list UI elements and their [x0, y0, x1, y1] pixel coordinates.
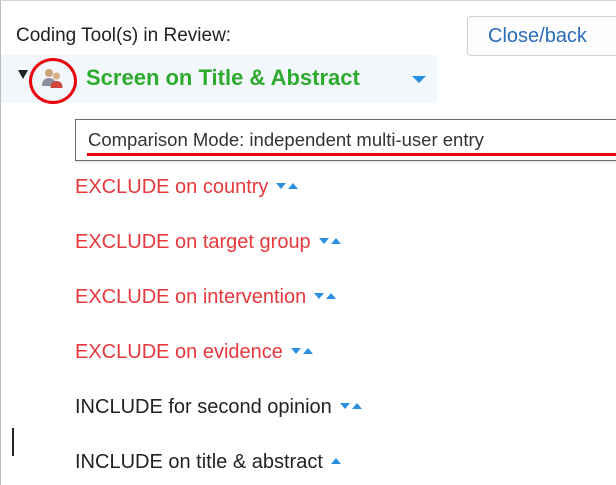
move-down-icon[interactable]: [318, 237, 329, 244]
coding-tools-panel: Coding Tool(s) in Review: Close/back Scr…: [0, 0, 616, 485]
reorder-arrows: [330, 449, 341, 472]
tooltip-text: Comparison Mode: independent multi-user …: [88, 129, 484, 150]
move-up-icon[interactable]: [302, 347, 313, 354]
move-up-icon[interactable]: [330, 237, 341, 244]
highlight-circle: [29, 58, 77, 104]
move-up-icon[interactable]: [288, 182, 299, 189]
move-down-icon[interactable]: [276, 182, 287, 189]
expand-toggle-icon[interactable]: [18, 70, 28, 79]
highlight-underline: [87, 153, 616, 156]
code-item-label: EXCLUDE on country: [75, 176, 269, 198]
coding-tool-title[interactable]: Screen on Title & Abstract: [86, 65, 360, 91]
code-item-label: EXCLUDE on target group: [75, 231, 311, 253]
close-back-button[interactable]: Close/back: [467, 16, 616, 56]
reorder-arrows: [290, 339, 313, 362]
code-item[interactable]: EXCLUDE on country: [75, 174, 299, 199]
chevron-down-icon[interactable]: [412, 76, 426, 83]
move-down-icon[interactable]: [290, 347, 301, 354]
move-up-icon[interactable]: [326, 292, 337, 299]
code-item-label: INCLUDE for second opinion: [75, 396, 332, 418]
code-item-label: EXCLUDE on evidence: [75, 341, 283, 363]
move-up-icon[interactable]: [351, 402, 362, 409]
move-up-icon[interactable]: [330, 457, 341, 464]
code-item-label: EXCLUDE on intervention: [75, 286, 307, 308]
reorder-arrows: [339, 394, 362, 417]
move-down-icon[interactable]: [339, 402, 350, 409]
move-down-icon[interactable]: [314, 292, 325, 299]
reorder-arrows: [314, 284, 337, 307]
code-item[interactable]: EXCLUDE on intervention: [75, 284, 337, 309]
code-item[interactable]: EXCLUDE on target group: [75, 231, 341, 254]
code-item-label: INCLUDE on title & abstract: [75, 451, 323, 473]
reorder-arrows: [318, 229, 341, 252]
resize-handle[interactable]: [12, 428, 14, 456]
reorder-arrows: [276, 174, 299, 197]
panel-heading: Coding Tool(s) in Review:: [16, 25, 232, 46]
code-item[interactable]: INCLUDE for second opinion: [75, 396, 362, 419]
code-item[interactable]: INCLUDE on title & abstract: [75, 451, 341, 474]
code-item[interactable]: EXCLUDE on evidence: [75, 341, 313, 364]
